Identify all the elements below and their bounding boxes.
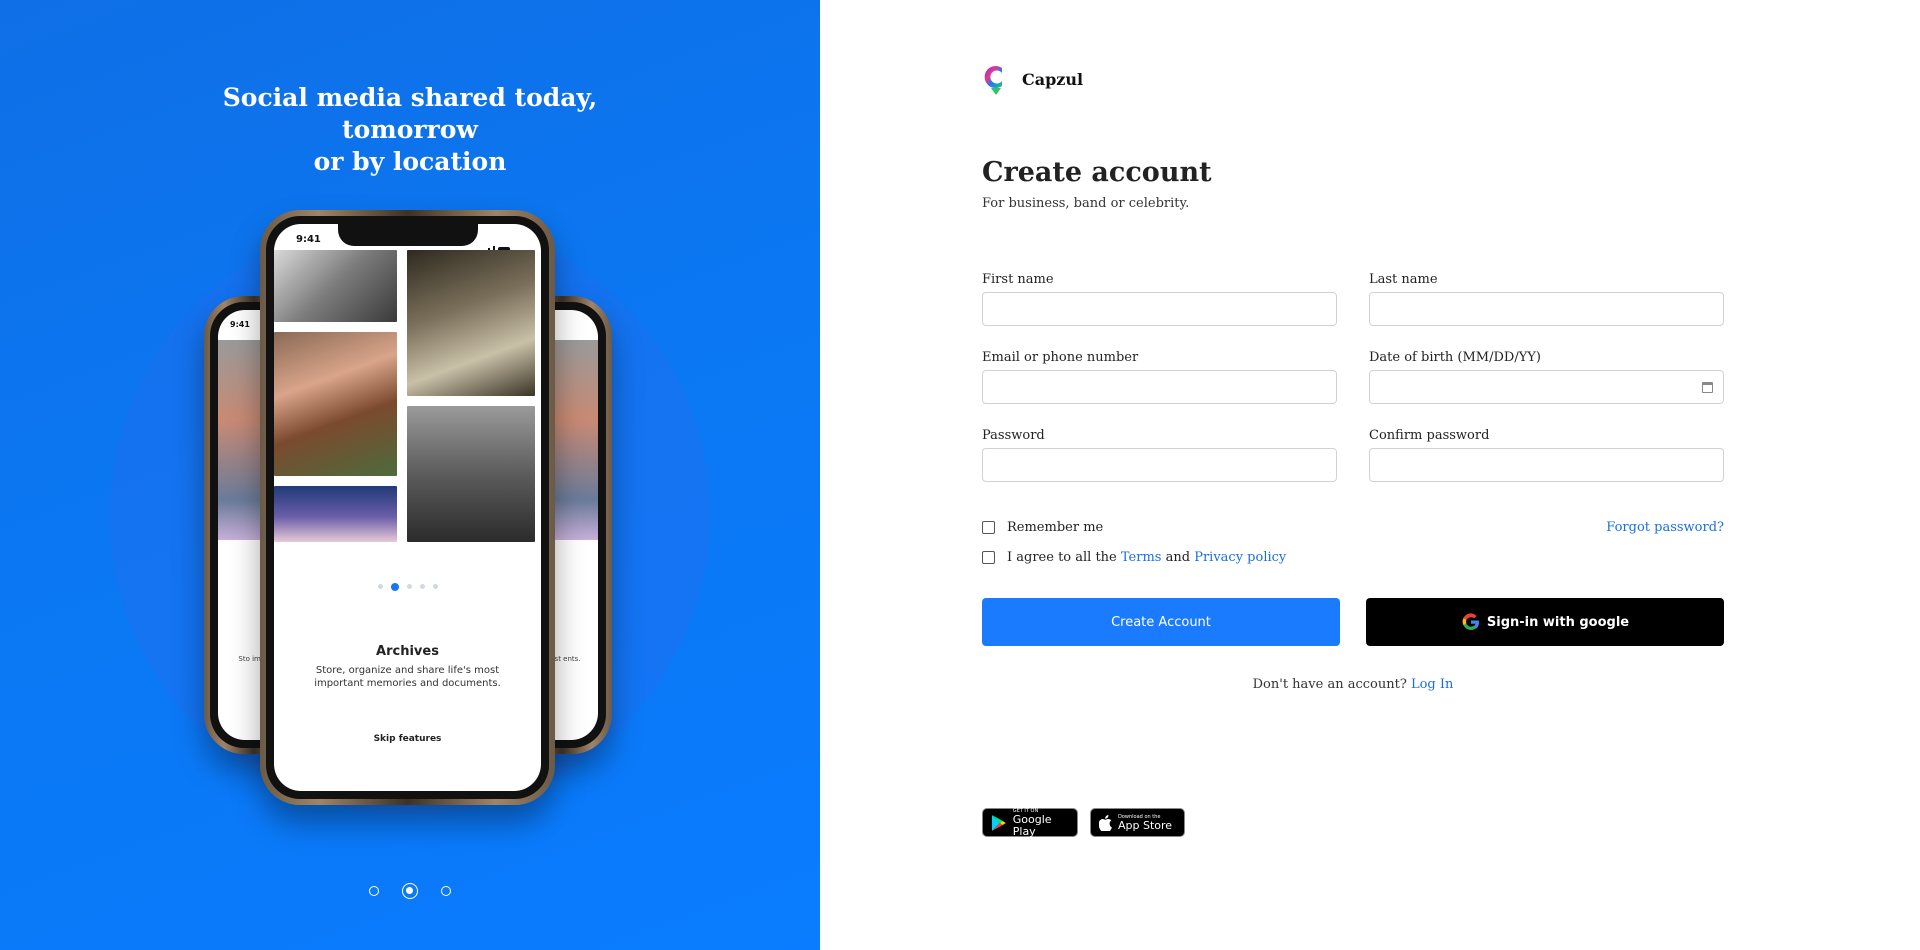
dob-input[interactable] bbox=[1369, 370, 1724, 404]
confirm-password-field: Confirm password bbox=[1369, 428, 1724, 482]
terms-link[interactable]: Terms bbox=[1121, 550, 1162, 565]
brand: Capzul bbox=[982, 62, 1083, 96]
hero-carousel-pager bbox=[0, 880, 820, 899]
phone-slide-title: Archives bbox=[376, 644, 439, 659]
pager-dot-2[interactable] bbox=[402, 882, 418, 899]
pager-dot-1[interactable] bbox=[368, 885, 379, 896]
hero-title-line-1: Social media shared today, tomorrow bbox=[222, 83, 598, 144]
email-label: Email or phone number bbox=[982, 350, 1139, 365]
pager-dot-3[interactable] bbox=[441, 885, 452, 896]
agree-and-text: and bbox=[1165, 550, 1191, 565]
page-subtitle: For business, band or celebrity. bbox=[982, 196, 1190, 211]
photo-thumbnail bbox=[274, 250, 397, 322]
phone-carousel-dots bbox=[274, 576, 541, 595]
dob-field: Date of birth (MM/DD/YY) bbox=[1369, 350, 1724, 404]
password-label: Password bbox=[982, 428, 1045, 443]
first-name-field: First name bbox=[982, 272, 1337, 326]
password-input[interactable] bbox=[982, 448, 1337, 482]
no-account-text: Don't have an account? bbox=[1252, 677, 1407, 692]
agree-terms-row: I agree to all the Terms and Privacy pol… bbox=[982, 550, 1286, 565]
email-field: Email or phone number bbox=[982, 350, 1337, 404]
privacy-policy-link[interactable]: Privacy policy bbox=[1194, 550, 1286, 565]
capzul-logo-icon bbox=[982, 62, 1010, 96]
hero-title: Social media shared today, tomorrow or b… bbox=[170, 82, 650, 178]
agree-prefix-text: I agree to all the bbox=[1007, 550, 1117, 565]
google-play-icon bbox=[991, 814, 1006, 831]
phone-mockup-main: 9:41 Archives Store, organize and share … bbox=[260, 210, 555, 805]
confirm-password-input[interactable] bbox=[1369, 448, 1724, 482]
photo-thumbnail bbox=[407, 250, 535, 396]
photo-thumbnail bbox=[274, 332, 397, 476]
last-name-input[interactable] bbox=[1369, 292, 1724, 326]
google-icon bbox=[1462, 613, 1479, 631]
confirm-password-label: Confirm password bbox=[1369, 428, 1490, 443]
last-name-field: Last name bbox=[1369, 272, 1724, 326]
first-name-input[interactable] bbox=[982, 292, 1337, 326]
photo-thumbnail bbox=[274, 486, 397, 542]
remember-me-row: Remember me bbox=[982, 520, 1103, 535]
last-name-label: Last name bbox=[1369, 272, 1438, 287]
password-field: Password bbox=[982, 428, 1337, 482]
phone-photo-grid bbox=[274, 224, 541, 554]
google-signin-button[interactable]: Sign-in with google bbox=[1366, 598, 1724, 646]
dob-label: Date of birth (MM/DD/YY) bbox=[1369, 350, 1541, 365]
login-prompt: Don't have an account? Log In bbox=[982, 677, 1724, 692]
forgot-password-link[interactable]: Forgot password? bbox=[1580, 520, 1724, 535]
google-signin-label: Sign-in with google bbox=[1486, 614, 1630, 630]
google-play-badge[interactable]: GET IT ON Google Play bbox=[982, 808, 1078, 837]
app-store-big-text: App Store bbox=[1118, 818, 1173, 832]
agree-terms-checkbox[interactable] bbox=[982, 551, 995, 564]
calendar-icon[interactable] bbox=[1702, 382, 1713, 393]
brand-name: Capzul bbox=[1022, 69, 1084, 89]
hero-panel: Social media shared today, tomorrow or b… bbox=[0, 0, 820, 950]
apple-icon bbox=[1099, 814, 1112, 831]
email-input[interactable] bbox=[982, 370, 1337, 404]
page-title: Create account bbox=[982, 157, 1212, 188]
first-name-label: First name bbox=[982, 272, 1054, 287]
photo-thumbnail bbox=[407, 406, 535, 542]
google-play-big-text: Google Play bbox=[1012, 812, 1052, 838]
phone-skip-features: Skip features bbox=[373, 734, 442, 744]
create-account-button[interactable]: Create Account bbox=[982, 598, 1340, 646]
login-link[interactable]: Log In bbox=[1411, 677, 1453, 692]
hero-title-line-2: or by location bbox=[313, 147, 507, 176]
app-store-badge[interactable]: Download on the App Store bbox=[1090, 808, 1185, 837]
remember-me-checkbox[interactable] bbox=[982, 521, 995, 534]
phone-status-time: 9:41 bbox=[230, 320, 250, 329]
agree-terms-label: I agree to all the Terms and Privacy pol… bbox=[1007, 550, 1286, 565]
create-account-label: Create Account bbox=[1111, 614, 1211, 630]
remember-me-label[interactable]: Remember me bbox=[1007, 520, 1103, 535]
phone-slide-text: Store, organize and share life's most im… bbox=[314, 665, 501, 689]
